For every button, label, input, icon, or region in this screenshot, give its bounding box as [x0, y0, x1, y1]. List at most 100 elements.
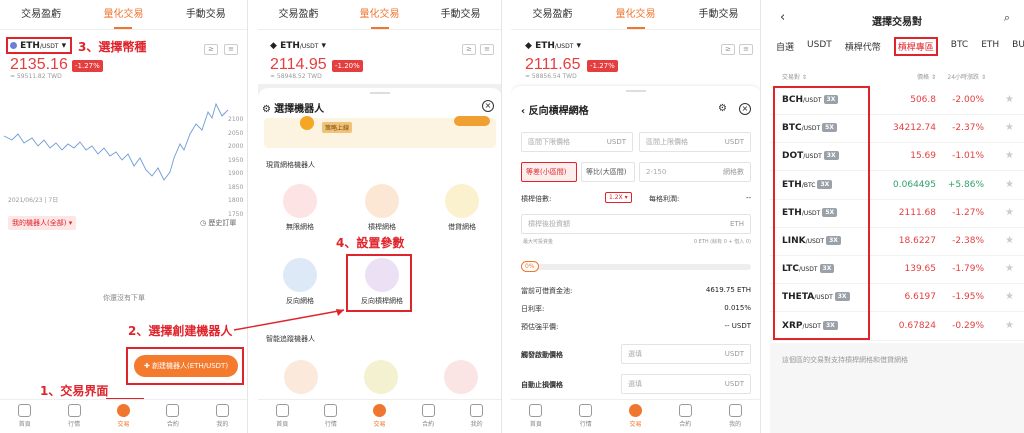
my-robots-tab[interactable]: 我的機器人(全部) ▾: [8, 216, 77, 230]
nav-home-label: 首頁: [18, 421, 31, 428]
mode-geometric-button[interactable]: 等比(大區間): [581, 162, 635, 182]
trade-icon: [117, 404, 131, 417]
favorite-star-icon[interactable]: ★: [1005, 263, 1014, 274]
nav-trade[interactable]: 交易: [355, 400, 404, 433]
tab-trading-pnl[interactable]: 交易盈虧: [258, 0, 339, 30]
pool-value: 4619.75 ETH: [705, 286, 751, 294]
nav-market[interactable]: 行情: [49, 400, 98, 433]
pair-price: 15.69: [910, 151, 936, 162]
bot-infinite-grid[interactable]: 無限網格: [270, 184, 330, 232]
tracking-bot-icon-3[interactable]: [444, 360, 478, 394]
pair-change: +5.86%: [947, 179, 984, 190]
mode-arithmetic-button[interactable]: 等差(小區間): [521, 162, 577, 182]
pair-selector[interactable]: ◆ ETH/USDT ▾: [270, 41, 326, 51]
order-history-link[interactable]: ◷ 歷史訂單: [200, 218, 236, 228]
bot-reverse-grid[interactable]: 反向網格: [270, 258, 330, 306]
reverse-chart-icon: [283, 258, 317, 292]
favorite-star-icon[interactable]: ★: [1005, 122, 1014, 133]
nav-contract[interactable]: 合約: [404, 400, 453, 433]
favorite-star-icon[interactable]: ★: [1005, 291, 1014, 302]
tab-quant-trading[interactable]: 量化交易: [339, 0, 420, 30]
nav-profile[interactable]: 我的: [198, 400, 247, 433]
invest-slider[interactable]: [521, 264, 751, 270]
section-spot-grid: 現貨網格機器人: [266, 161, 315, 169]
nav-contract[interactable]: 合約: [148, 400, 197, 433]
trigger-price-input[interactable]: 選填 USDT: [621, 344, 751, 364]
nav-trade[interactable]: 交易: [611, 400, 661, 433]
sheet-handle[interactable]: [370, 92, 390, 94]
nav-profile[interactable]: 我的: [452, 400, 501, 433]
y-axis-tick: 1800: [228, 197, 244, 204]
market-tab[interactable]: BUSD: [1012, 40, 1024, 56]
pair-price: 0.064495: [893, 179, 936, 190]
nav-home[interactable]: 首頁: [511, 400, 561, 433]
tab-quant-trading[interactable]: 量化交易: [82, 0, 164, 30]
trading-screen-panel: 交易盈虧 量化交易 手動交易 ETH/USDT ▾ 3、選擇幣種 2135.16…: [0, 0, 248, 433]
stop-loss-input[interactable]: 選填 USDT: [621, 374, 751, 394]
leverage-select[interactable]: 1.2X ▾: [605, 192, 632, 203]
market-tab[interactable]: 自選: [776, 40, 794, 56]
invest-amount-input[interactable]: 槓桿後投資額 ETH: [521, 214, 751, 234]
tab-manual-trading[interactable]: 手動交易: [677, 0, 760, 30]
favorite-star-icon[interactable]: ★: [1005, 179, 1014, 190]
favorite-star-icon[interactable]: ★: [1005, 320, 1014, 331]
list-view-icon[interactable]: ≡: [739, 44, 753, 55]
top-tabs: 交易盈虧 量化交易 手動交易: [0, 0, 247, 30]
grid-view-icon[interactable]: ≥: [721, 44, 735, 55]
back-icon[interactable]: ‹: [521, 106, 529, 117]
list-view-icon[interactable]: ≡: [224, 44, 238, 55]
col-pair[interactable]: 交易對 ⇕: [782, 72, 807, 81]
grid-view-icon[interactable]: ≥: [204, 44, 218, 55]
lower-price-input[interactable]: 區間下限價格 USDT: [521, 132, 633, 152]
annotation-create-robot: 2、選擇創建機器人: [128, 324, 233, 338]
search-icon[interactable]: ⌕: [1004, 11, 1010, 25]
favorite-star-icon[interactable]: ★: [1005, 150, 1014, 161]
annotation-box-coin: [6, 37, 72, 54]
market-tab[interactable]: 槓桿代幣: [845, 40, 881, 56]
nav-profile[interactable]: 我的: [710, 400, 760, 433]
market-tab[interactable]: USDT: [807, 40, 832, 56]
col-change[interactable]: 24小時漲跌 ⇕: [947, 72, 986, 81]
tab-manual-trading[interactable]: 手動交易: [420, 0, 501, 30]
col-price[interactable]: 價格 ⇕: [917, 72, 936, 81]
pair-selector[interactable]: ◆ ETH/USDT ▾: [525, 41, 581, 51]
pair-change: -2.00%: [952, 95, 984, 105]
market-tab[interactable]: ETH: [981, 40, 999, 56]
close-icon[interactable]: ×: [739, 103, 751, 115]
banner-button[interactable]: [454, 116, 490, 126]
upper-price-input[interactable]: 區間上限價格 USDT: [639, 132, 751, 152]
grid-view-icon[interactable]: ≥: [462, 44, 476, 55]
nav-home[interactable]: 首頁: [0, 400, 49, 433]
tracking-bot-icon-1[interactable]: [284, 360, 318, 394]
slider-handle[interactable]: 0%: [521, 261, 539, 272]
nav-trade[interactable]: 交易: [99, 400, 148, 433]
sheet-handle[interactable]: [626, 90, 646, 92]
nav-contract[interactable]: 合約: [660, 400, 710, 433]
tab-trading-pnl[interactable]: 交易盈虧: [511, 0, 594, 30]
banner-tag: 策略上線: [322, 122, 353, 133]
market-tab[interactable]: BTC: [951, 40, 968, 56]
tab-manual-trading[interactable]: 手動交易: [165, 0, 247, 30]
bot-loan-grid[interactable]: 借貸網格: [432, 184, 492, 232]
nav-home[interactable]: 首頁: [258, 400, 307, 433]
footer-note: 這個區的交易對支持槓桿網格和借貸網格: [782, 356, 908, 364]
tab-trading-pnl[interactable]: 交易盈虧: [0, 0, 82, 30]
nav-market[interactable]: 行情: [561, 400, 611, 433]
nav-market[interactable]: 行情: [307, 400, 356, 433]
list-view-icon[interactable]: ≡: [480, 44, 494, 55]
tracking-bot-icon-2[interactable]: [364, 360, 398, 394]
create-robot-button[interactable]: ✚ 創建機器人(ETH/USDT): [134, 355, 238, 377]
pair-change: -1.79%: [952, 264, 984, 275]
tab-quant-trading[interactable]: 量化交易: [594, 0, 677, 30]
bot-leverage-grid[interactable]: 槓桿網格: [352, 184, 412, 232]
close-icon[interactable]: ×: [482, 100, 494, 112]
grid-count-input[interactable]: 2-150 網格數: [639, 162, 751, 182]
promo-banner[interactable]: 策略上線: [264, 116, 496, 148]
favorite-star-icon[interactable]: ★: [1005, 235, 1014, 246]
favorite-star-icon[interactable]: ★: [1005, 207, 1014, 218]
leverage-label: 槓桿倍數:: [521, 195, 552, 203]
settings-icon[interactable]: ⚙: [718, 103, 727, 114]
favorite-star-icon[interactable]: ★: [1005, 94, 1014, 105]
price-line-chart: [4, 102, 229, 181]
market-tab[interactable]: 槓桿專區: [893, 37, 938, 56]
